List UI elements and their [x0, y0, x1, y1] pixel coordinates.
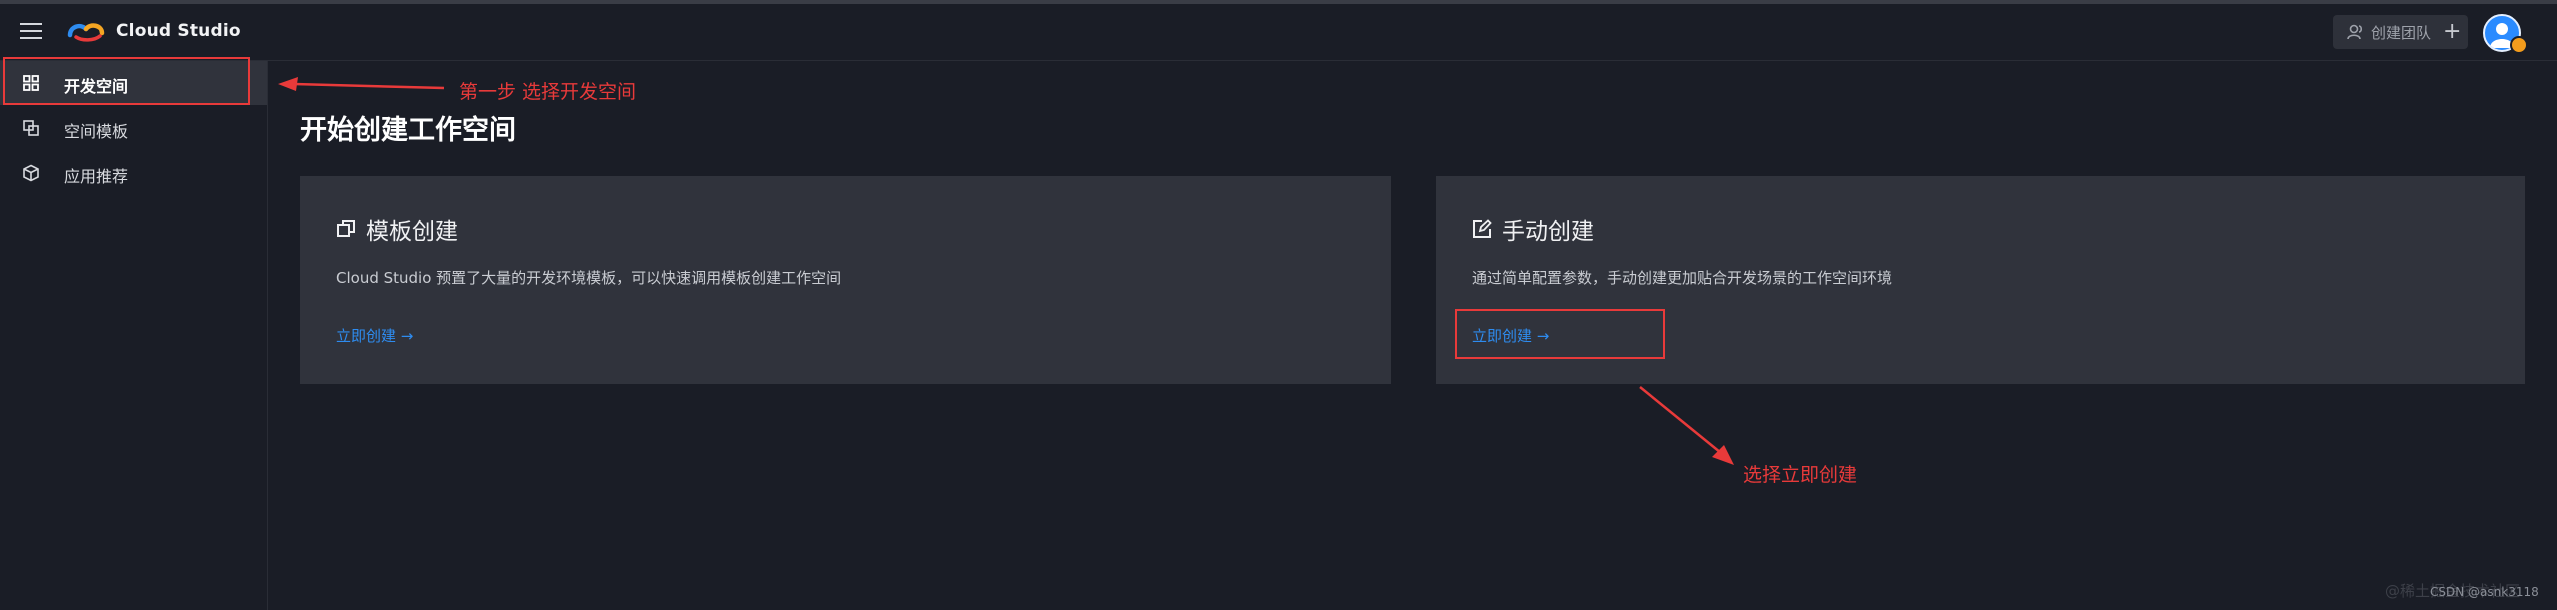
page-title: 开始创建工作空间	[300, 115, 516, 146]
card-title-text: 模板创建	[366, 219, 458, 245]
sidebar-item-space-templates[interactable]: 空间模板	[0, 106, 267, 150]
user-group-icon	[2347, 24, 2363, 40]
card-title: 手动创建	[1472, 212, 1594, 246]
copy-icon	[337, 220, 355, 237]
watermark-credit: CSDN @asnk3118	[2430, 585, 2539, 599]
card-title: 模板创建	[336, 212, 458, 246]
create-team-button[interactable]: 创建团队 +	[2333, 15, 2468, 49]
annotation-highlight-dev-space	[3, 57, 250, 105]
create-team-label: 创建团队	[2371, 23, 2432, 42]
avatar-badge-icon	[2510, 36, 2528, 54]
annotation-step2: 选择立即创建	[1743, 464, 1858, 486]
template-icon	[23, 120, 39, 136]
menu-icon[interactable]	[20, 21, 42, 41]
annotation-arrow-down-icon	[1639, 386, 1734, 465]
template-create-card[interactable]: 模板创建 Cloud Studio 预置了大量的开发环境模板，可以快速调用模板创…	[300, 176, 1391, 384]
edit-icon	[1473, 219, 1492, 238]
create-now-link[interactable]: 立即创建 →	[336, 325, 413, 346]
card-description: 通过简单配置参数，手动创建更加贴合开发场景的工作空间环境	[1472, 269, 1893, 287]
top-header: Cloud Studio 创建团队 +	[0, 4, 2557, 61]
card-title-text: 手动创建	[1502, 219, 1594, 245]
cube-icon	[23, 164, 39, 182]
brand-name: Cloud Studio	[116, 21, 241, 41]
card-description: Cloud Studio 预置了大量的开发环境模板，可以快速调用模板创建工作空间	[336, 269, 842, 287]
sidebar-item-label: 应用推荐	[64, 167, 129, 186]
annotation-step1: 第一步 选择开发空间	[459, 81, 637, 103]
plus-icon: +	[2443, 19, 2462, 44]
annotation-arrow-left-icon	[278, 77, 445, 91]
cloud-studio-logo-icon	[67, 23, 105, 42]
sidebar-item-app-recommend[interactable]: 应用推荐	[0, 151, 267, 195]
annotation-highlight-create-now	[1455, 309, 1665, 359]
sidebar-item-label: 空间模板	[64, 122, 129, 141]
sidebar: 开发空间 空间模板 应用推荐	[0, 61, 268, 610]
